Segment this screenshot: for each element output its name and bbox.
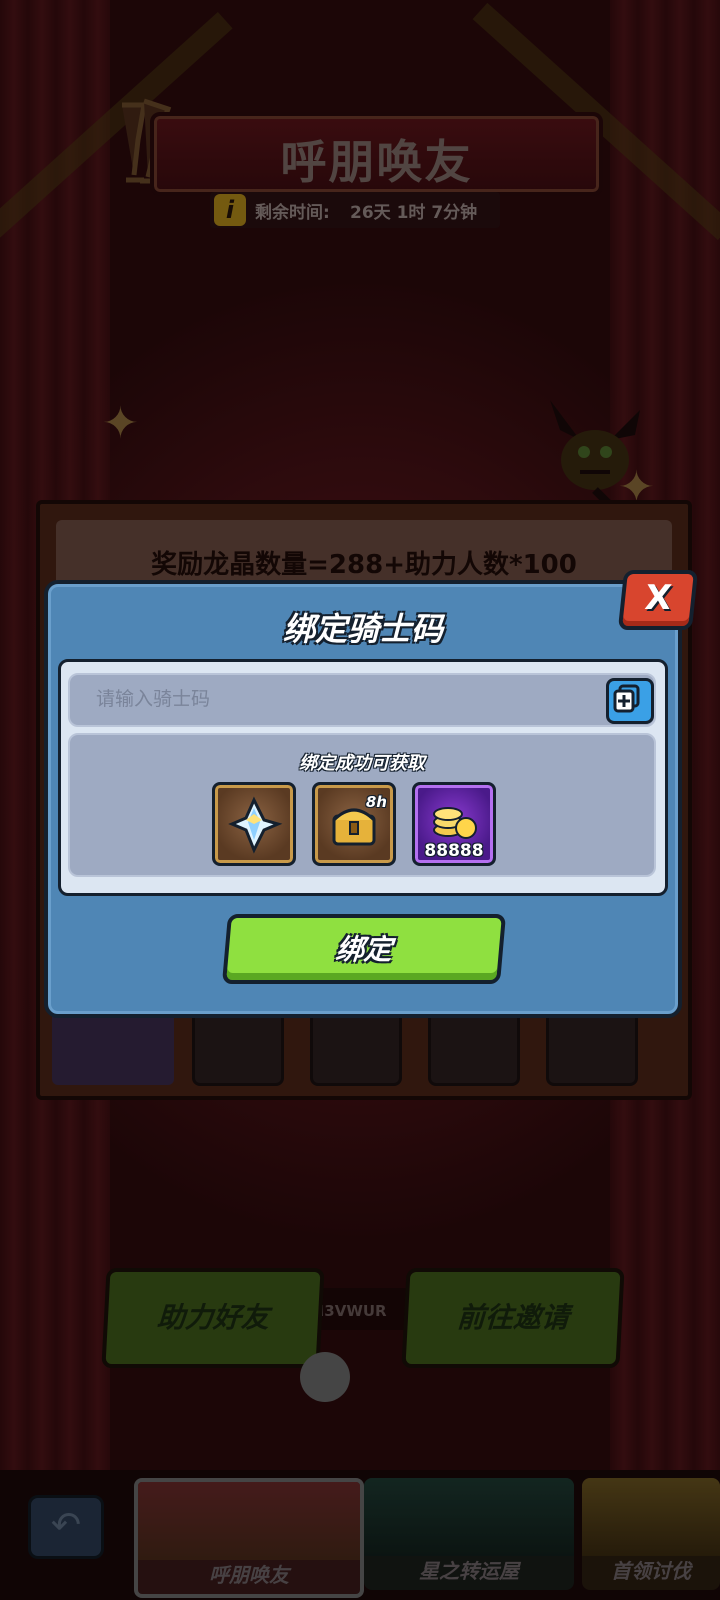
reward-title: 绑定成功可获取 [299, 753, 425, 774]
crystal-icon [228, 796, 283, 854]
dialog-title: 绑定骑士码 [282, 610, 443, 648]
duration-tag: 8h [365, 793, 387, 811]
bind-button-label: 绑定 [334, 933, 394, 966]
paste-icon[interactable] [606, 678, 654, 724]
knight-code-input-field[interactable] [68, 673, 656, 727]
gold-count: 88888 [424, 841, 484, 861]
reward-item-gold[interactable]: 88888 [412, 782, 496, 866]
knight-code-input[interactable] [94, 683, 578, 717]
bind-button[interactable]: 绑定 [221, 914, 507, 984]
close-icon: X [642, 578, 674, 618]
reward-item-crystal[interactable] [212, 782, 296, 866]
reward-item-chest[interactable]: 8h [312, 782, 396, 866]
close-button[interactable]: X [617, 570, 699, 630]
